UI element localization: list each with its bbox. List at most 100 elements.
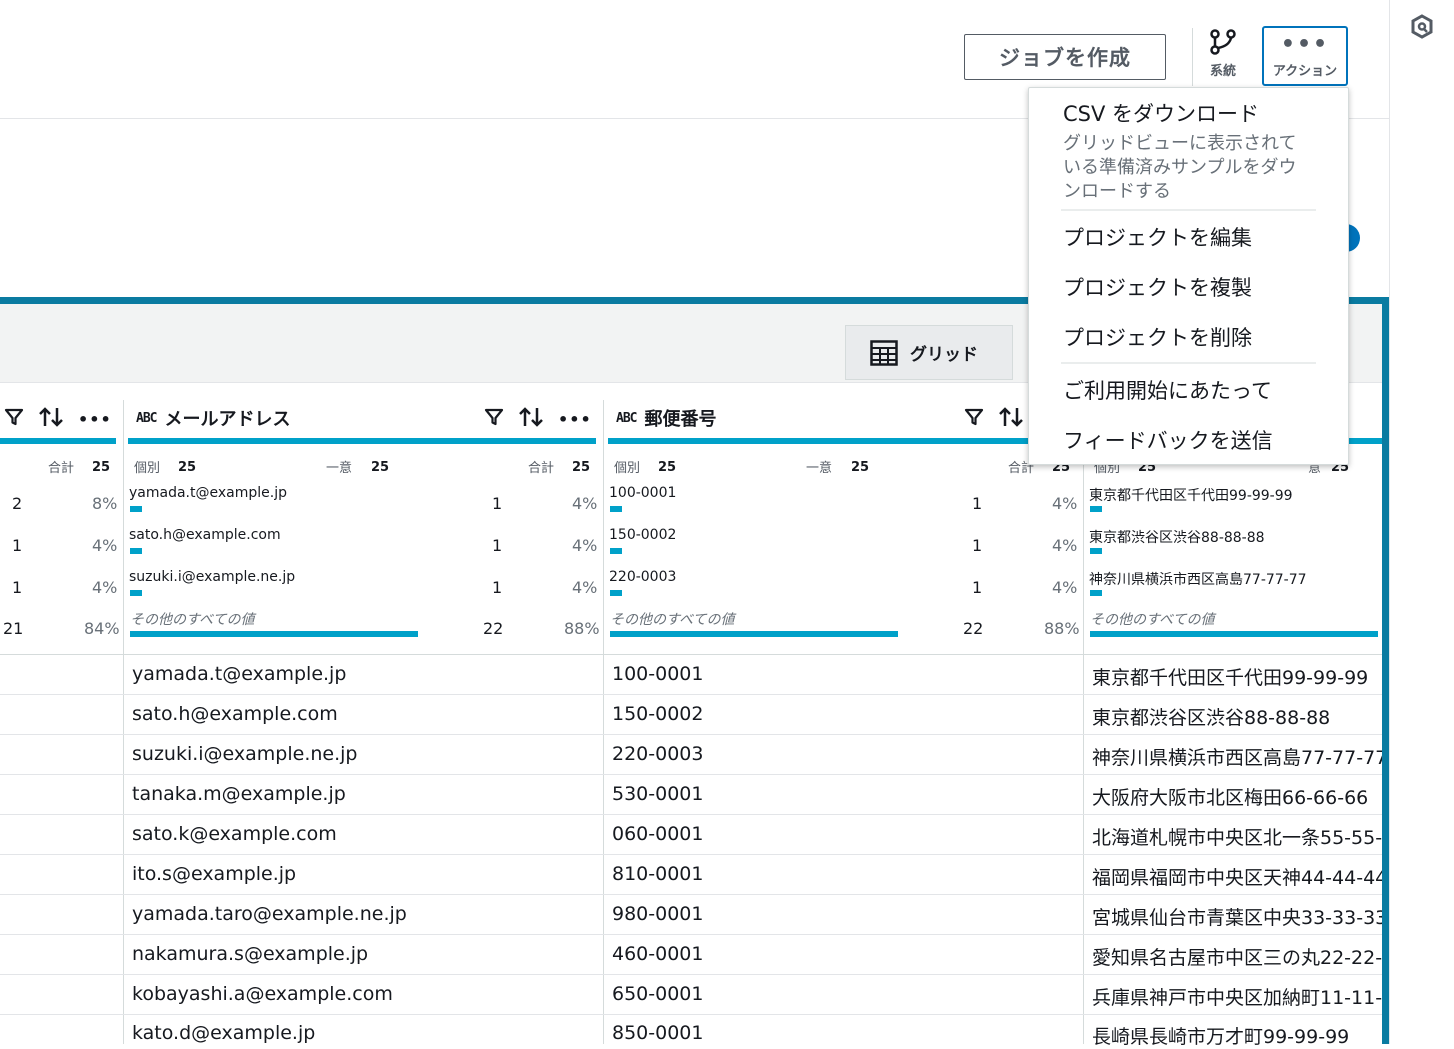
cell-email[interactable]: nakamura.s@example.jp xyxy=(132,943,368,965)
cell-zip[interactable]: 460-0001 xyxy=(612,943,703,965)
row-divider xyxy=(0,774,1382,775)
column-header-email[interactable]: ABC メールアドレス xyxy=(136,405,290,431)
cell-address[interactable]: 兵庫県神戸市中央区加納町11-11- xyxy=(1092,983,1382,1010)
other-values: その他のすべての値 xyxy=(130,612,255,628)
left-column-bar xyxy=(0,438,116,444)
menu-divider xyxy=(1061,209,1316,211)
distinct-label: 個別 xyxy=(134,461,161,476)
value-bar xyxy=(610,548,622,554)
cell-zip[interactable]: 850-0001 xyxy=(612,1022,703,1044)
cell-email[interactable]: yamada.taro@example.ne.jp xyxy=(132,903,407,925)
cell-address[interactable]: 東京都渋谷区渋谷88-88-88 xyxy=(1092,703,1382,730)
sort-icon[interactable] xyxy=(998,406,1024,433)
value-count: 22 xyxy=(483,619,504,638)
cell-email[interactable]: tanaka.m@example.jp xyxy=(132,783,346,805)
menu-item-description: ンロードする xyxy=(1063,181,1171,202)
cell-zip[interactable]: 810-0001 xyxy=(612,863,703,885)
column-header-zip[interactable]: ABC 郵便番号 xyxy=(616,405,716,431)
cell-email[interactable]: suzuki.i@example.ne.jp xyxy=(132,743,358,765)
value-pct: 88% xyxy=(1044,619,1080,638)
column-divider xyxy=(123,400,124,1044)
top-value: 150-0002 xyxy=(609,527,677,543)
total-value: 25 xyxy=(572,460,591,475)
cell-zip[interactable]: 650-0001 xyxy=(612,983,703,1005)
filter-icon[interactable] xyxy=(964,407,984,432)
lineage-button[interactable]: 系統 xyxy=(1198,28,1248,86)
value-bar xyxy=(130,548,142,554)
string-type-icon: ABC xyxy=(616,410,638,426)
cell-email[interactable]: sato.h@example.com xyxy=(132,703,338,725)
cell-zip[interactable]: 100-0001 xyxy=(612,663,703,685)
value-bar xyxy=(1090,506,1102,512)
menu-item-send-feedback[interactable]: フィードバックを送信 xyxy=(1063,425,1273,455)
total-label: 合計 xyxy=(528,461,555,476)
column-quality-bar xyxy=(608,438,1076,444)
column-menu-icon[interactable]: ••• xyxy=(558,410,592,429)
string-type-icon: ABC xyxy=(136,410,158,426)
cell-zip[interactable]: 980-0001 xyxy=(612,903,703,925)
value-pct: 4% xyxy=(1052,578,1078,597)
menu-item-download-csv[interactable]: CSV をダウンロード グリッドビューに表示されて いる準備済みサンプルをダウ … xyxy=(1063,98,1323,204)
cell-email[interactable]: yamada.t@example.jp xyxy=(132,663,346,685)
other-values: その他のすべての値 xyxy=(1090,612,1215,628)
cell-address[interactable]: 神奈川県横浜市西区高島77-77-77 xyxy=(1092,743,1382,770)
menu-item-delete-project[interactable]: プロジェクトを削除 xyxy=(1063,322,1252,352)
top-value: 100-0001 xyxy=(609,485,677,501)
column-menu-icon[interactable]: ••• xyxy=(78,410,112,429)
left-count: 1 xyxy=(12,578,23,597)
cell-zip[interactable]: 530-0001 xyxy=(612,783,703,805)
more-icon: ••• xyxy=(1280,32,1330,57)
value-count: 1 xyxy=(492,494,503,513)
value-count: 1 xyxy=(972,578,983,597)
cell-address[interactable]: 愛知県名古屋市中区三の丸22-22- xyxy=(1092,943,1382,970)
grid-view-label: グリッド xyxy=(910,345,978,365)
menu-item-description: グリッドビューに表示されて xyxy=(1063,133,1297,154)
sort-icon[interactable] xyxy=(38,406,64,433)
column-title: 郵便番号 xyxy=(644,409,717,430)
menu-item-edit-project[interactable]: プロジェクトを編集 xyxy=(1063,222,1252,252)
grid-view-button[interactable]: グリッド xyxy=(845,325,1013,380)
cell-address[interactable]: 東京都千代田区千代田99-99-99 xyxy=(1092,663,1382,690)
cell-address[interactable]: 大阪府大阪市北区梅田66-66-66 xyxy=(1092,783,1382,810)
unique-label: 一意 xyxy=(806,461,833,476)
row-divider xyxy=(0,974,1382,975)
cell-email[interactable]: kato.d@example.jp xyxy=(132,1022,315,1044)
cell-zip[interactable]: 220-0003 xyxy=(612,743,703,765)
left-count: 21 xyxy=(3,619,24,638)
cell-address[interactable]: 長崎県長崎市万才町99-99-99 xyxy=(1092,1022,1382,1049)
actions-button[interactable]: ••• アクション xyxy=(1262,26,1348,86)
value-bar xyxy=(610,631,898,637)
header-divider xyxy=(1192,28,1193,86)
filter-icon[interactable] xyxy=(484,407,504,432)
left-total-value: 25 xyxy=(92,460,111,475)
create-job-button[interactable]: ジョブを作成 xyxy=(964,34,1166,80)
right-rail-divider xyxy=(1389,0,1390,1044)
lineage-icon xyxy=(1210,29,1236,55)
filter-icon[interactable] xyxy=(4,407,24,432)
value-pct: 4% xyxy=(572,578,598,597)
cell-address[interactable]: 北海道札幌市中央区北一条55-55- xyxy=(1092,823,1382,850)
cell-email[interactable]: kobayashi.a@example.com xyxy=(132,983,393,1005)
distinct-value: 25 xyxy=(658,460,677,475)
value-bar xyxy=(130,590,142,596)
hexagon-help-icon[interactable] xyxy=(1410,14,1434,40)
cell-zip[interactable]: 150-0002 xyxy=(612,703,703,725)
value-bar xyxy=(130,506,142,512)
cell-address[interactable]: 福岡県福岡市中央区天神44-44-44 xyxy=(1092,863,1382,890)
cell-email[interactable]: ito.s@example.jp xyxy=(132,863,296,885)
cell-address[interactable]: 宮城県仙台市青葉区中央33-33-33 xyxy=(1092,903,1382,930)
cell-email[interactable]: sato.k@example.com xyxy=(132,823,337,845)
distinct-value: 25 xyxy=(178,460,197,475)
top-value: 220-0003 xyxy=(609,569,677,585)
sort-icon[interactable] xyxy=(518,406,544,433)
row-divider xyxy=(0,814,1382,815)
value-pct: 4% xyxy=(572,536,598,555)
column-divider xyxy=(603,400,604,1044)
table-icon xyxy=(870,339,898,366)
menu-item-getting-started[interactable]: ご利用開始にあたって xyxy=(1063,375,1272,405)
menu-item-duplicate-project[interactable]: プロジェクトを複製 xyxy=(1063,272,1252,302)
unique-label: 一意 xyxy=(326,461,353,476)
top-value: 神奈川県横浜市西区高島77-77-77 xyxy=(1089,572,1307,588)
left-count: 2 xyxy=(12,494,23,513)
cell-zip[interactable]: 060-0001 xyxy=(612,823,703,845)
